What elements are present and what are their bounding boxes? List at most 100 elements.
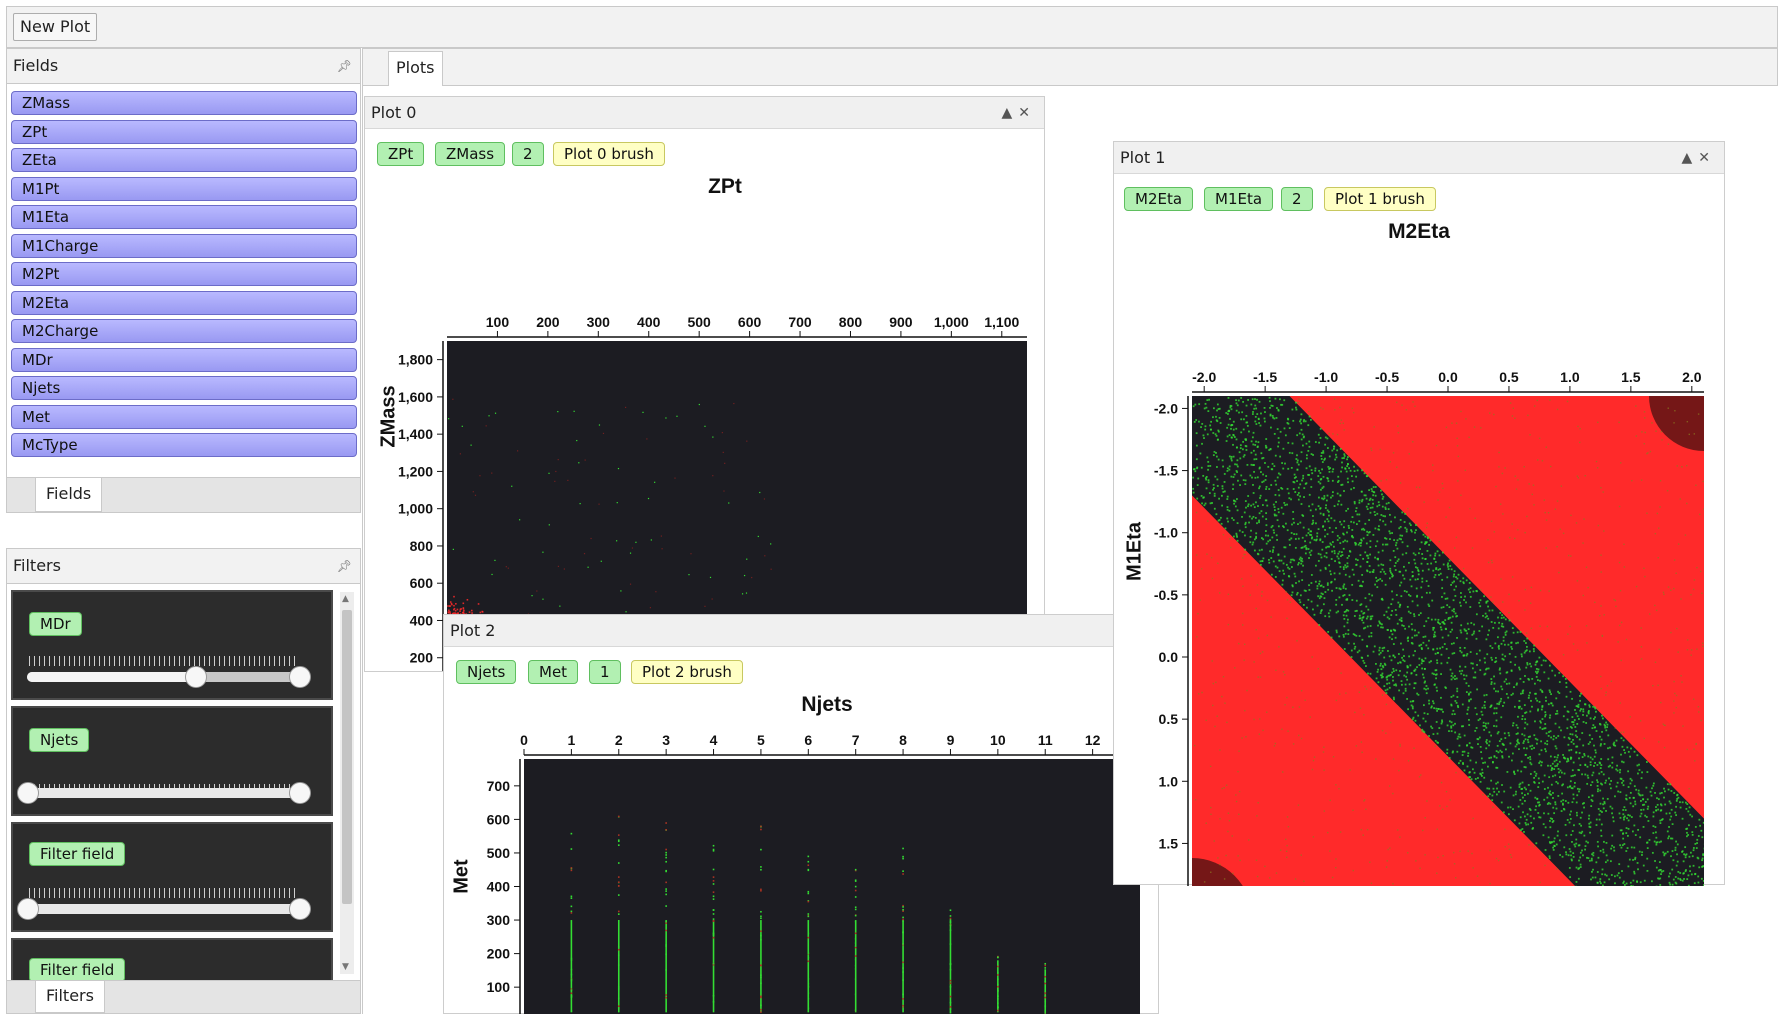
count-chip[interactable]: 2 <box>512 142 544 166</box>
count-chip[interactable]: 1 <box>589 660 621 684</box>
count-chip[interactable]: 2 <box>1281 187 1313 211</box>
field-item[interactable]: ZMass <box>11 91 357 115</box>
x-tick-label: 5 <box>757 732 765 748</box>
x-field-chip[interactable]: ZPt <box>377 142 425 166</box>
plot-2-chart[interactable]: 0 1 2 3 4 5 6 7 8 9 10 11 12100200300400500600700 <box>444 719 1160 1014</box>
filter-card: Filter field <box>11 822 333 932</box>
field-item[interactable]: M1Pt <box>11 176 357 201</box>
y-tick-label: 1,000 <box>398 501 433 517</box>
field-item[interactable]: Met <box>11 404 357 429</box>
y-field-chip[interactable]: Met <box>528 660 579 684</box>
chart-title: ZPt <box>708 175 742 198</box>
field-item[interactable]: ZPt <box>11 119 357 144</box>
y-tick-label: -0.5 <box>1154 587 1178 603</box>
y-tick-label: 600 <box>410 575 434 591</box>
plot-window-titlebar[interactable]: Plot 0 ▲✕ <box>365 97 1044 129</box>
x-tick-label: 3 <box>662 732 670 748</box>
filters-tab-strip: Filters <box>6 980 361 1014</box>
filter-card: Filter field <box>11 938 333 980</box>
brush-chip[interactable]: Plot 2 brush <box>631 660 743 684</box>
y-tick-label: 800 <box>410 538 434 554</box>
x-tick-label: 11 <box>1038 732 1053 748</box>
x-tick-label: 12 <box>1085 732 1101 748</box>
plot-1-chart[interactable]: -2.0 -1.5 -1.0 -0.5 0.0 0.5 1.0 1.5 2.0 -2.0 -1.5 -… <box>1114 246 1724 886</box>
plot-area <box>524 759 1140 1014</box>
tab-fields[interactable]: Fields <box>35 478 103 512</box>
scroll-down-icon[interactable]: ▼ <box>342 962 349 972</box>
scroll-up-icon[interactable]: ▲ <box>342 594 349 604</box>
field-item[interactable]: M2Charge <box>11 319 357 343</box>
y-tick-label: 1,400 <box>398 426 433 442</box>
slider-ticks <box>29 888 299 898</box>
filters-pane-title-text: Filters <box>13 556 61 575</box>
y-tick-label: 0.0 <box>1159 649 1179 665</box>
x-tick-label: 0 <box>520 732 528 748</box>
y-tick-label: 0.5 <box>1159 711 1179 727</box>
pin-icon[interactable]: 📌︎ <box>337 549 352 583</box>
slider-min-thumb[interactable] <box>17 782 39 804</box>
field-item[interactable]: ZEta <box>11 148 357 172</box>
new-plot-button[interactable]: New Plot <box>13 13 98 41</box>
y-tick-label: 200 <box>487 946 511 962</box>
plot-window-title: Plot 0 <box>371 103 417 122</box>
brush-chip[interactable]: Plot 0 brush <box>553 142 665 166</box>
x-tick-label: 7 <box>852 732 860 748</box>
filter-field-chip[interactable]: MDr <box>29 612 82 636</box>
x-field-chip[interactable]: Njets <box>456 660 517 684</box>
tab-plots[interactable]: Plots <box>388 51 443 86</box>
x-field-chip[interactable]: M2Eta <box>1124 187 1194 211</box>
filters-pane: MDr Njets Filter field Filter field <box>6 584 361 980</box>
filters-scrollbar-thumb[interactable] <box>342 610 352 904</box>
slider-track[interactable] <box>27 904 301 914</box>
field-item[interactable]: MDr <box>11 347 357 372</box>
filter-field-chip[interactable]: Filter field <box>29 958 126 980</box>
collapse-icon[interactable]: ▲ <box>1681 150 1698 166</box>
field-item[interactable]: M1Charge <box>11 233 357 258</box>
slider-track[interactable] <box>27 788 301 798</box>
y-tick-label: 1,800 <box>398 352 433 368</box>
field-item[interactable]: McType <box>11 433 357 457</box>
plot-window-titlebar[interactable]: Plot 2 <box>444 615 1158 647</box>
filter-field-chip[interactable]: Filter field <box>29 842 126 866</box>
pin-icon[interactable]: 📌︎ <box>337 49 352 83</box>
field-item[interactable]: M1Eta <box>11 205 357 229</box>
field-item[interactable]: Njets <box>11 376 357 400</box>
slider-max-thumb[interactable] <box>289 898 311 920</box>
fields-pane-title-text: Fields <box>13 56 59 75</box>
field-item[interactable]: M2Eta <box>11 290 357 315</box>
plot-window-titlebar[interactable]: Plot 1 ▲✕ <box>1114 142 1724 174</box>
slider-range-fill <box>27 672 205 682</box>
y-tick-label: 400 <box>487 879 511 895</box>
slider-min-thumb[interactable] <box>17 898 39 920</box>
filter-card: Njets <box>11 706 333 816</box>
slider-max-thumb[interactable] <box>289 782 311 804</box>
fields-tab-strip: Fields <box>6 477 361 513</box>
y-tick-label: -1.0 <box>1154 525 1178 541</box>
x-tick-label: 2.0 <box>1682 369 1702 385</box>
close-icon[interactable]: ✕ <box>1018 105 1036 121</box>
y-field-chip[interactable]: ZMass <box>435 142 506 166</box>
close-icon[interactable]: ✕ <box>1698 150 1716 166</box>
y-tick-label: 1,600 <box>398 389 433 405</box>
slider-end-thumb[interactable] <box>289 666 311 688</box>
x-tick-label: 500 <box>687 314 711 330</box>
x-tick-label: 100 <box>486 314 510 330</box>
y-tick-label: 300 <box>487 912 511 928</box>
chart-title: Njets <box>801 693 853 716</box>
plot-window-0: Plot 0 ▲✕ ZPt ZMass 2 Plot 0 brush ZPt Z… <box>364 96 1045 672</box>
x-tick-label: -0.5 <box>1375 369 1399 385</box>
slider-max-thumb[interactable] <box>185 666 207 688</box>
x-tick-label: 2 <box>615 732 623 748</box>
y-tick-label: 200 <box>410 650 434 666</box>
plot-0-chart[interactable]: 100 200 300 400 500 600 700 800 900 1,000 1,100 200… <box>365 201 1045 671</box>
y-field-chip[interactable]: M1Eta <box>1204 187 1274 211</box>
filter-field-chip[interactable]: Njets <box>29 728 90 752</box>
field-item[interactable]: M2Pt <box>11 262 357 286</box>
plot-window-2: Plot 2 Njets Met 1 Plot 2 brush Njets Me… <box>443 614 1159 1014</box>
x-tick-label: 0.5 <box>1499 369 1519 385</box>
collapse-icon[interactable]: ▲ <box>1001 105 1018 121</box>
fields-pane-title: Fields 📌︎ <box>6 48 361 84</box>
brush-chip[interactable]: Plot 1 brush <box>1324 187 1436 211</box>
tab-filters[interactable]: Filters <box>35 981 105 1013</box>
x-tick-label: -1.0 <box>1314 369 1338 385</box>
